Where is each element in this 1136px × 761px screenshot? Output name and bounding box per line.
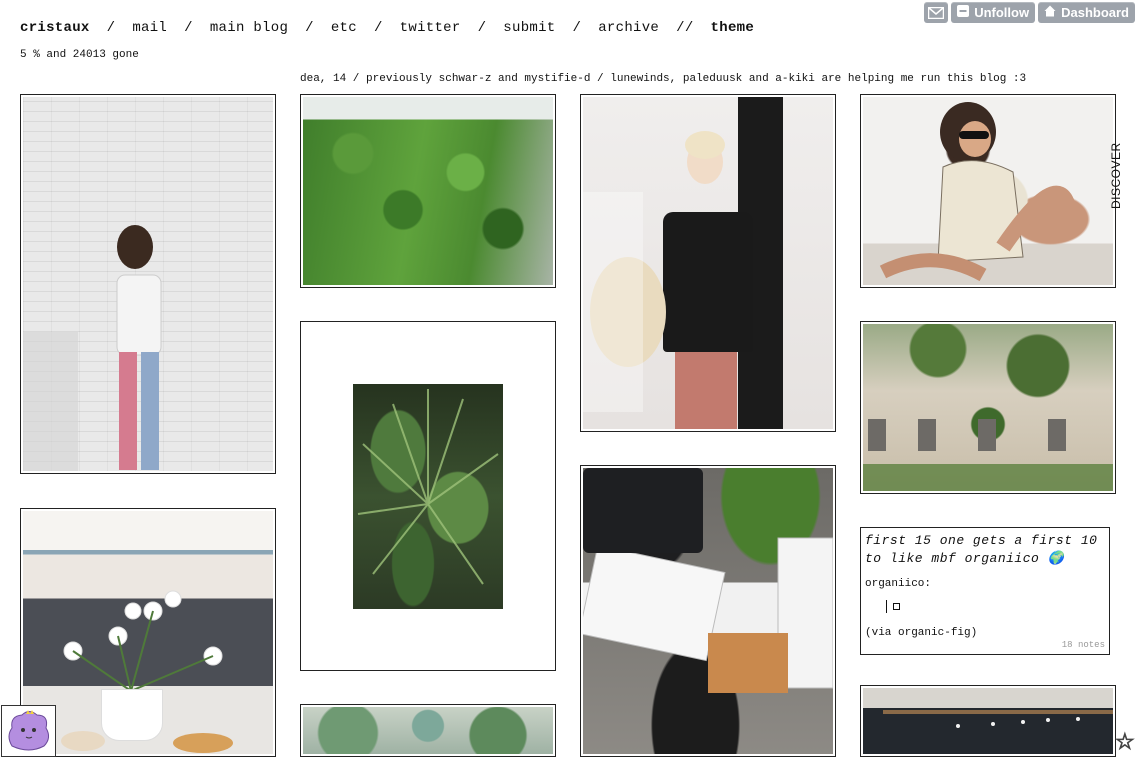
nav-separator: /: [184, 20, 193, 36]
photo-woman-sunglasses: [863, 97, 1113, 285]
photo-post[interactable]: [860, 94, 1116, 288]
nav-blog-name[interactable]: cristaux: [20, 20, 90, 36]
bags-illustration: [583, 468, 833, 693]
text-post: first 15 one gets a first 10 to like mbf…: [860, 527, 1110, 655]
nav-link-archive[interactable]: archive: [598, 20, 659, 36]
palm-fronds: [357, 389, 499, 585]
photo-palm-leaves: [353, 384, 503, 609]
nav-separator-double: //: [676, 20, 694, 36]
building-windows: [863, 419, 1113, 491]
broken-image-icon: [893, 603, 900, 610]
nav-separator: /: [477, 20, 487, 36]
photo-ivy-hedge: [303, 97, 553, 285]
nav-link-twitter[interactable]: twitter: [400, 20, 461, 36]
nav-link-submit[interactable]: submit: [503, 20, 555, 36]
photo-girl-brick-wall: [23, 97, 273, 471]
shop-lights: [883, 710, 1113, 728]
text-post-source[interactable]: organiico:: [865, 578, 1105, 590]
star-icon[interactable]: ☆: [1115, 730, 1136, 756]
text-post-notes[interactable]: 18 notes: [1062, 640, 1105, 650]
photo-post[interactable]: [300, 321, 556, 671]
home-icon: [1044, 5, 1056, 20]
photo-post[interactable]: [20, 508, 276, 757]
quote-bar: [886, 600, 887, 613]
minus-icon: [957, 5, 970, 20]
text-post-quote: [886, 600, 1105, 613]
top-nav: cristaux / mail / main blog / etc / twitter / subm…: [20, 20, 754, 36]
unfollow-button[interactable]: Unfollow: [951, 2, 1036, 23]
text-post-title: first 15 one gets a first 10 to like mbf…: [865, 533, 1098, 566]
dashboard-label: Dashboard: [1061, 5, 1129, 20]
dashboard-button[interactable]: Dashboard: [1038, 2, 1135, 23]
photo-post[interactable]: [860, 685, 1116, 757]
nav-link-main-blog[interactable]: main blog: [210, 20, 288, 36]
envelope-icon: [928, 6, 945, 19]
photo-post[interactable]: [580, 465, 836, 757]
globe-icon: 🌍: [1047, 551, 1065, 566]
nav-link-theme[interactable]: theme: [711, 20, 755, 36]
woman-figure: [879, 102, 1076, 282]
photo-ivy-building: [863, 324, 1113, 491]
flowers-illustration: [61, 590, 233, 753]
photo-fashion-collage: [583, 97, 833, 429]
blog-tagline: 5 % and 24013 gone: [20, 49, 139, 61]
blog-description: dea, 14 / previously schwar-z and mystif…: [300, 73, 1027, 85]
photo-cafe-flowers: [23, 511, 273, 754]
lumpy-space-princess-icon: [8, 710, 50, 751]
photo-post[interactable]: [860, 321, 1116, 494]
collage-heads: [583, 131, 725, 412]
discover-tab[interactable]: DISCOVER: [1109, 137, 1123, 209]
photo-shop-interior: [863, 688, 1113, 754]
text-post-via[interactable]: (via organic-fig): [865, 627, 1105, 639]
nav-separator: /: [373, 20, 383, 36]
photo-post[interactable]: [300, 704, 556, 757]
nav-link-mail[interactable]: mail: [132, 20, 167, 36]
nav-separator: /: [305, 20, 314, 36]
unfollow-label: Unfollow: [974, 5, 1030, 20]
photo-post[interactable]: [20, 94, 276, 474]
mail-button[interactable]: [924, 2, 949, 23]
nav-separator: /: [106, 20, 116, 36]
photo-post[interactable]: [580, 94, 836, 432]
photo-succulents: [303, 707, 553, 754]
girl-figure: [23, 225, 162, 471]
tumblr-controls: Unfollow Dashboard: [924, 2, 1135, 23]
nav-separator: /: [572, 20, 582, 36]
photo-shopping-bags: [583, 468, 833, 754]
nav-link-etc[interactable]: etc: [331, 20, 357, 36]
photo-post[interactable]: [300, 94, 556, 288]
mascot-widget[interactable]: [1, 705, 56, 757]
